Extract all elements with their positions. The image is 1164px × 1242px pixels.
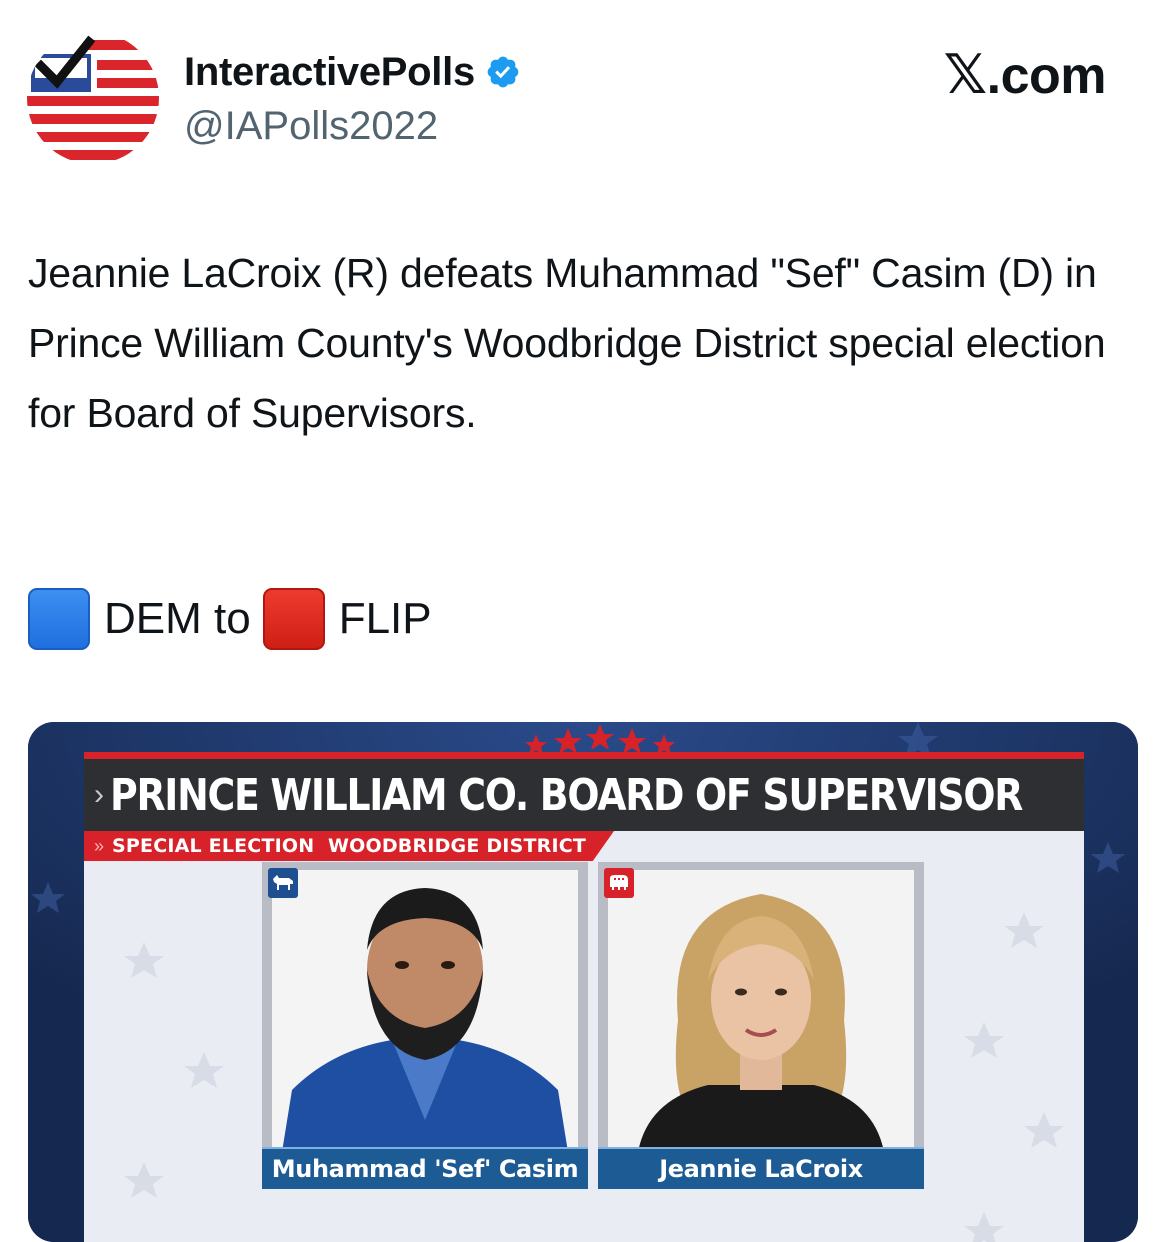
- profile-avatar[interactable]: [27, 32, 159, 164]
- subtitle-chevron-icon: »: [94, 835, 105, 856]
- graphic-subtitle: SPECIAL ELECTION WOODBRIDGE DISTRICT: [112, 835, 587, 857]
- tweet-media-image[interactable]: › PRINCE WILLIAM CO. BOARD OF SUPERVISOR…: [28, 722, 1138, 1242]
- candidate-photo-lacroix: [608, 870, 914, 1152]
- top-red-rule: [84, 752, 1084, 759]
- graphic-title-bar: › PRINCE WILLIAM CO. BOARD OF SUPERVISOR: [84, 759, 1084, 831]
- author-display-name[interactable]: InteractivePolls: [184, 48, 475, 96]
- interactivepolls-logo-icon: [27, 32, 159, 164]
- red-square-icon: [262, 588, 325, 650]
- graphic-subtitle-bar: » SPECIAL ELECTION WOODBRIDGE DISTRICT: [84, 831, 614, 861]
- author-handle[interactable]: @IAPolls2022: [184, 102, 521, 150]
- candidate-card-casim: [262, 862, 588, 1152]
- flip-from-text: DEM to: [104, 594, 251, 643]
- flip-indicator: DEM to FLIP: [28, 587, 432, 651]
- candidate-card-lacroix: [598, 862, 924, 1152]
- candidate-photo-casim: [272, 870, 578, 1152]
- tweet-author[interactable]: InteractivePolls @IAPolls2022: [184, 48, 521, 150]
- title-chevron-icon: ›: [94, 778, 104, 811]
- flip-to-text: FLIP: [338, 594, 432, 643]
- nameplate-lacroix: Jeannie LaCroix: [598, 1147, 924, 1189]
- donkey-icon: [268, 868, 298, 898]
- graphic-title: PRINCE WILLIAM CO. BOARD OF SUPERVISOR: [110, 769, 1023, 821]
- tweet-body: Jeannie LaCroix (R) defeats Muhammad "Se…: [28, 250, 1106, 436]
- x-logo-icon: 𝕏: [943, 43, 988, 106]
- brand-suffix: .com: [986, 47, 1107, 105]
- nameplate-casim: Muhammad 'Sef' Casim: [262, 1147, 588, 1189]
- election-graphic: › PRINCE WILLIAM CO. BOARD OF SUPERVISOR…: [84, 752, 1084, 1242]
- verified-badge-icon: [485, 54, 521, 90]
- blue-square-icon: [28, 588, 90, 650]
- elephant-icon: [604, 868, 634, 898]
- x-com-watermark: 𝕏 .com: [943, 43, 1107, 106]
